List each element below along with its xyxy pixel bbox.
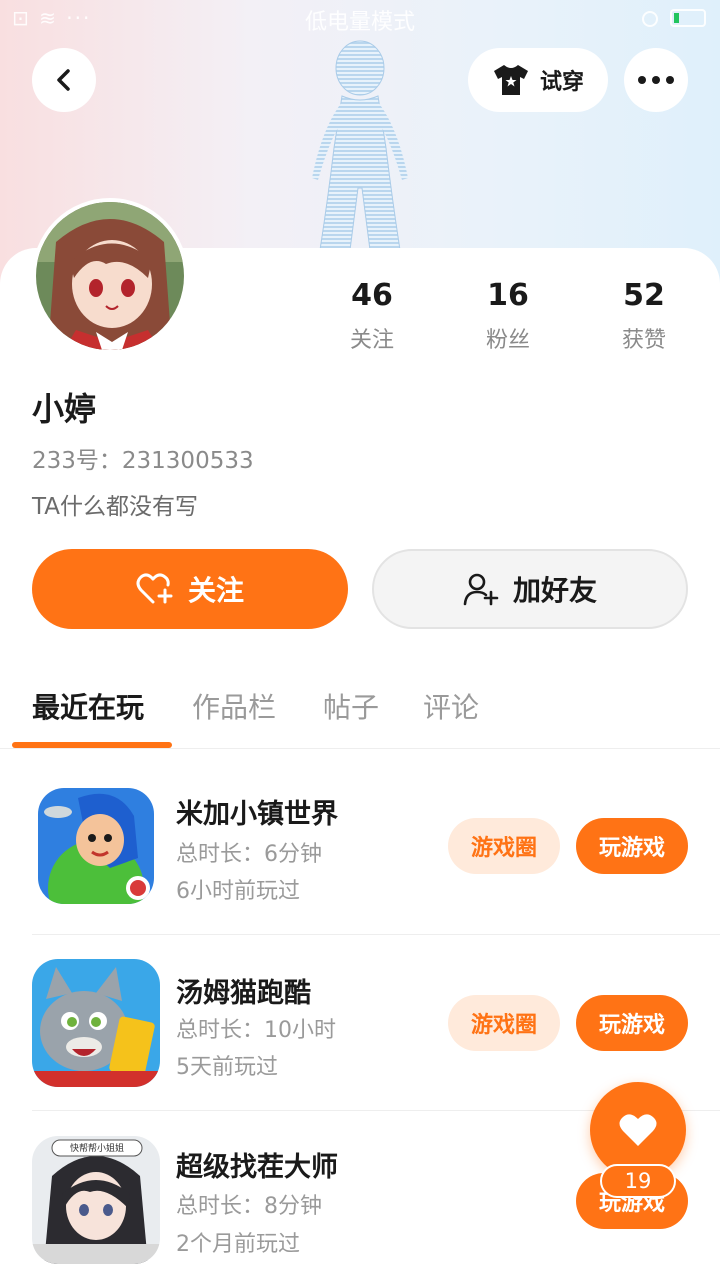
low-power-mode-label: 低电量模式 [304, 10, 415, 35]
game-last-played: 2个月前玩过 [176, 1232, 300, 1257]
game-title: 米加小镇世界 [176, 799, 338, 830]
try-on-button[interactable]: 试穿 [468, 48, 608, 112]
likes-label: 获赞 [621, 328, 666, 353]
add-user-icon [463, 573, 499, 606]
tab-recently-played[interactable]: 最近在玩 [32, 686, 144, 726]
game-duration: 总时长：8分钟 [176, 1194, 322, 1219]
game-title: 超级找茬大师 [176, 1152, 338, 1183]
tab-comments[interactable]: 评论 [423, 686, 479, 726]
tabs-divider [0, 748, 720, 749]
following-label: 关注 [349, 328, 394, 353]
following-count: 46 [351, 278, 393, 313]
fans-label: 粉丝 [485, 328, 530, 353]
username: 小婷 [32, 390, 97, 428]
profile-tabs: 最近在玩 作品栏 帖子 评论 [0, 680, 720, 750]
follow-button[interactable]: 关注 [32, 549, 348, 629]
battery-icon [670, 9, 706, 27]
stat-fans[interactable]: 16 粉丝 [448, 278, 568, 354]
add-friend-button[interactable]: 加好友 [372, 549, 688, 629]
game-circle-button[interactable]: 游戏圈 [448, 995, 560, 1051]
alarm-icon [642, 11, 658, 27]
likes-count: 52 [623, 278, 665, 313]
game-item[interactable]: 汤姆猫跑酷 总时长：10小时 5天前玩过 游戏圈 玩游戏 [0, 935, 720, 1111]
stat-following[interactable]: 46 关注 [312, 278, 432, 354]
game-duration: 总时长：6分钟 [176, 842, 322, 867]
status-icons-right [640, 8, 706, 28]
miga-town-icon [38, 788, 154, 904]
game-item[interactable]: 米加小镇世界 总时长：6分钟 6小时前玩过 游戏圈 玩游戏 [0, 760, 720, 936]
spot-difference-icon: 快帮帮小姐姐 [32, 1136, 160, 1264]
talking-tom-icon [32, 959, 160, 1087]
user-bio: TA什么都没有写 [32, 494, 198, 520]
more-button[interactable] [624, 48, 688, 112]
status-bar: ⊡ ≋ ··· 低电量模式 [0, 0, 720, 36]
shirt-icon [493, 65, 528, 95]
game-circle-button[interactable]: 游戏圈 [448, 818, 560, 874]
avatar-3d-figure [312, 40, 408, 250]
game-last-played: 5天前玩过 [176, 1055, 278, 1080]
heart-icon [619, 1114, 657, 1146]
like-count-badge: 19 [600, 1164, 676, 1198]
back-button[interactable] [32, 48, 96, 112]
add-friend-label: 加好友 [512, 574, 597, 607]
fans-count: 16 [487, 278, 529, 313]
tab-works[interactable]: 作品栏 [192, 686, 276, 726]
game-icon-tom-run[interactable] [32, 959, 160, 1087]
game-last-played: 6小时前玩过 [176, 879, 300, 904]
tab-posts[interactable]: 帖子 [323, 686, 379, 726]
play-game-button[interactable]: 玩游戏 [576, 818, 688, 874]
game-icon-miga-town[interactable] [38, 788, 154, 904]
game-duration: 总时长：10小时 [176, 1018, 336, 1043]
follow-label: 关注 [187, 574, 244, 607]
more-dots-icon [638, 76, 674, 84]
user-avatar-image [36, 202, 184, 350]
icon-caption: 快帮帮小姐姐 [70, 1142, 124, 1154]
stat-likes[interactable]: 52 获赞 [584, 278, 704, 354]
game-icon-spot-difference[interactable]: 快帮帮小姐姐 [32, 1136, 160, 1264]
play-game-button[interactable]: 玩游戏 [576, 995, 688, 1051]
user-avatar[interactable] [32, 198, 188, 354]
chevron-left-icon [57, 69, 70, 91]
heart-plus-icon [136, 573, 173, 604]
try-on-label: 试穿 [539, 70, 584, 95]
user-id: 233号：231300533 [32, 448, 254, 474]
game-title: 汤姆猫跑酷 [176, 978, 311, 1009]
